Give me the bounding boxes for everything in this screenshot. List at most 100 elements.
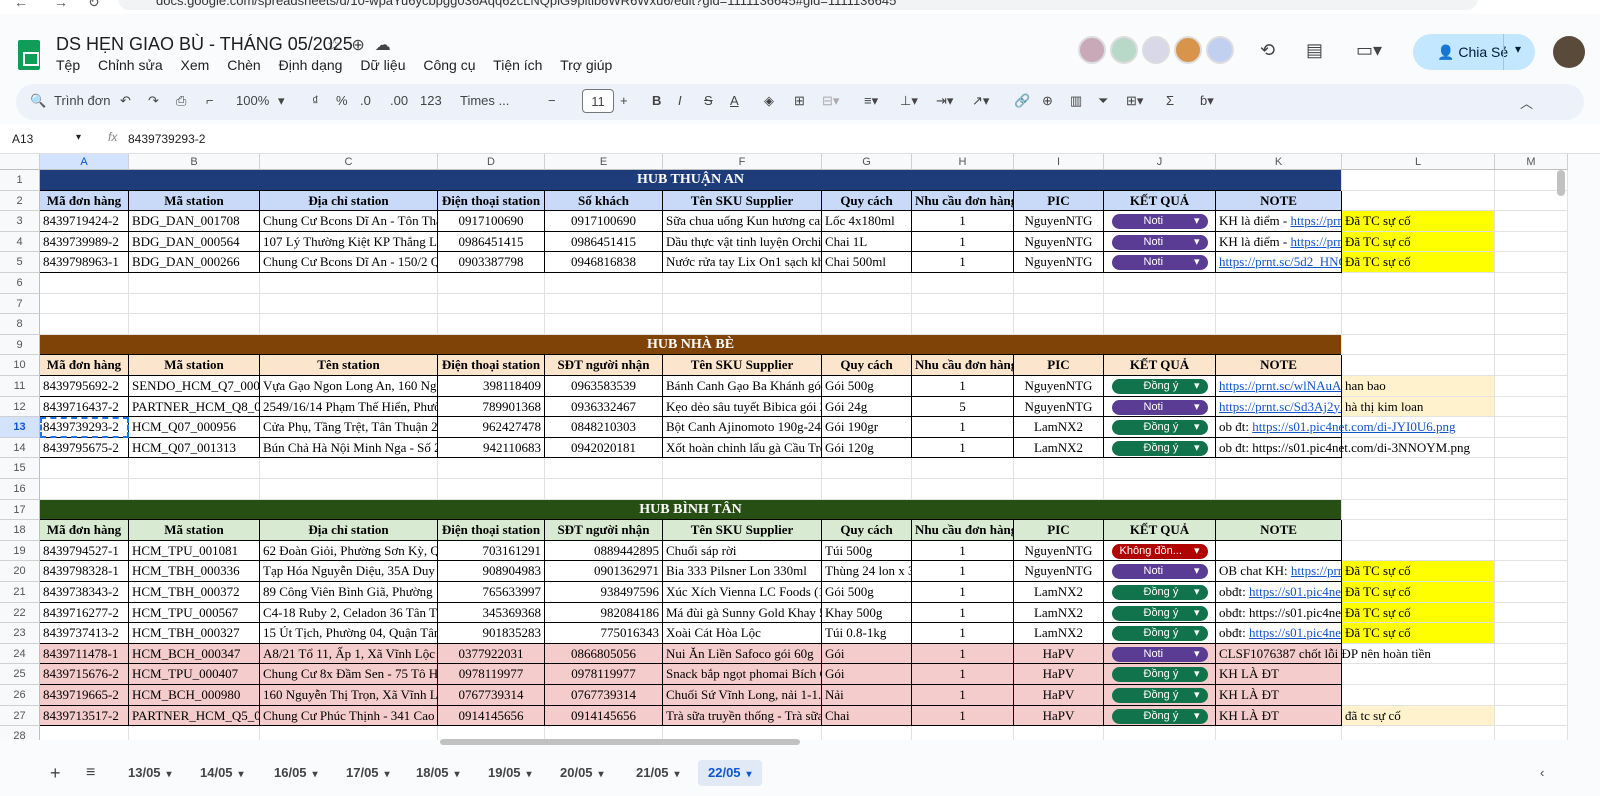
status-chip-dropdown[interactable]: Noti [1111, 399, 1208, 415]
cell[interactable] [438, 314, 545, 335]
chevron-down-icon[interactable]: ▾ [455, 769, 460, 780]
column-title[interactable]: Tên SKU Supplier [663, 355, 822, 376]
demand-cell[interactable]: 1 [912, 602, 1014, 624]
cell[interactable] [129, 314, 260, 335]
font-size-input[interactable]: 11 [582, 89, 614, 113]
cell[interactable] [1495, 293, 1568, 315]
cell[interactable] [1216, 314, 1342, 335]
cell[interactable] [1216, 293, 1342, 315]
station-code-cell[interactable]: SENDO_HCM_Q7_000 [129, 376, 260, 397]
package-cell[interactable]: Gói 24g [822, 396, 912, 418]
column-title[interactable]: Mã đơn hàng [40, 355, 129, 376]
station-address-cell[interactable]: 62 Đoàn Giỏi, Phường Sơn Kỳ, Quận [260, 540, 438, 562]
column-title[interactable]: Nhu cầu đơn hàng [912, 190, 1014, 212]
followup-cell[interactable]: Đã TC sự cố [1342, 602, 1495, 624]
demand-cell[interactable]: 1 [912, 561, 1014, 582]
cell[interactable] [822, 458, 912, 479]
station-phone-cell[interactable]: 962427478 [438, 417, 545, 438]
collapse-toolbar-icon[interactable]: ︿ [1520, 93, 1533, 112]
chevron-down-icon[interactable]: ▾ [313, 769, 318, 780]
row-header-20[interactable]: 20 [0, 561, 40, 582]
cell[interactable] [1495, 458, 1568, 479]
package-cell[interactable]: Túi 500g [822, 540, 912, 562]
result-cell[interactable]: Đồng ý [1104, 437, 1216, 459]
note-cell[interactable]: KH LÀ ĐT [1216, 685, 1342, 706]
cell[interactable] [1342, 726, 1495, 740]
note-link[interactable]: https://prnt.sc [1290, 213, 1341, 228]
sheet-tab-19-05[interactable]: 19/05 ▾ [478, 760, 542, 786]
demand-cell[interactable]: 1 [912, 417, 1014, 438]
menu-help[interactable]: Trợ giúp [560, 57, 612, 73]
station-phone-cell[interactable]: 703161291 [438, 540, 545, 562]
pic-cell[interactable]: LamNX2 [1014, 602, 1104, 624]
followup-cell[interactable]: đã tc sự cố [1342, 705, 1495, 727]
result-cell[interactable]: Noti [1104, 252, 1216, 273]
row-header-1[interactable]: 1 [0, 170, 40, 191]
customer-phone-cell[interactable]: 938497596 [545, 582, 663, 603]
percent-format-button[interactable]: % [336, 93, 348, 108]
cell[interactable] [822, 293, 912, 315]
zoom-select[interactable]: 100% [236, 93, 269, 108]
demand-cell[interactable]: 1 [912, 437, 1014, 459]
note-link[interactable]: https://prnt.sc [1291, 563, 1341, 578]
pic-cell[interactable]: NguyenNTG [1014, 211, 1104, 232]
decrease-font-size-icon[interactable]: − [548, 93, 556, 108]
demand-cell[interactable]: 5 [912, 396, 1014, 418]
station-code-cell[interactable]: HCM_TPU_001081 [129, 540, 260, 562]
sku-name-cell[interactable]: Má đùi gà Sunny Gold Khay 500g [663, 602, 822, 624]
print-icon[interactable]: ⎙ [176, 93, 186, 109]
cell[interactable] [545, 273, 663, 294]
package-cell[interactable]: Nải [822, 685, 912, 706]
column-title[interactable]: Điện thoại station [438, 190, 545, 212]
order-id-cell[interactable]: 8439739293-2 [40, 417, 129, 438]
pic-cell[interactable]: NguyenNTG [1014, 231, 1104, 253]
column-title[interactable]: PIC [1014, 355, 1104, 376]
decrease-decimal-button[interactable]: .0 [360, 93, 371, 108]
column-header-a[interactable]: A [40, 154, 129, 170]
column-title[interactable]: Mã đơn hàng [40, 190, 129, 212]
paint-format-icon[interactable]: ⌐ [206, 93, 214, 108]
cell[interactable] [1104, 293, 1216, 315]
row-header-26[interactable]: 26 [0, 685, 40, 706]
row-header-2[interactable]: 2 [0, 190, 40, 212]
result-cell[interactable]: Noti [1104, 561, 1216, 582]
select-all-corner[interactable] [0, 154, 40, 170]
order-id-cell[interactable]: 8439716437-2 [40, 396, 129, 418]
station-code-cell[interactable]: HCM_BCH_000347 [129, 643, 260, 665]
cell[interactable] [129, 458, 260, 479]
station-code-cell[interactable]: BDG_DAN_001708 [129, 211, 260, 232]
cell[interactable] [129, 479, 260, 500]
column-header-e[interactable]: E [545, 154, 663, 170]
column-title[interactable]: Số khách [545, 190, 663, 212]
cell[interactable] [1104, 479, 1216, 500]
cell[interactable] [912, 314, 1014, 335]
avatar[interactable] [1078, 36, 1106, 64]
sku-name-cell[interactable]: Chuối sáp rời [663, 540, 822, 562]
result-cell[interactable]: Đồng ý [1104, 705, 1216, 727]
sheet-tab-17-05[interactable]: 17/05 ▾ [336, 760, 400, 786]
station-address-cell[interactable]: 15 Út Tịch, Phường 04, Quận Tân Bình [260, 623, 438, 644]
cell[interactable] [822, 726, 912, 740]
sheet-tab-18-05[interactable]: 18/05 ▾ [406, 760, 470, 786]
chevron-left-icon[interactable]: ‹ [1530, 760, 1554, 786]
avatar[interactable] [1553, 36, 1585, 68]
sku-name-cell[interactable]: Dầu thực vật tinh luyện Orchid [663, 231, 822, 253]
demand-cell[interactable]: 1 [912, 623, 1014, 644]
cell[interactable] [1342, 458, 1495, 479]
order-id-cell[interactable]: 8439795692-2 [40, 376, 129, 397]
package-cell[interactable]: Chai [822, 705, 912, 727]
sku-name-cell[interactable]: Nước rửa tay Lix On1 sạch khuẩn [663, 252, 822, 273]
cell[interactable] [822, 314, 912, 335]
station-phone-cell[interactable]: 0377922031 [438, 643, 545, 665]
station-code-cell[interactable]: HCM_TBH_000327 [129, 623, 260, 644]
cell[interactable] [260, 458, 438, 479]
order-id-cell[interactable]: 8439798963-1 [40, 252, 129, 273]
chevron-down-icon[interactable]: ▾ [527, 769, 532, 780]
menu-file[interactable]: Tệp [56, 57, 80, 73]
column-title[interactable]: SĐT người nhận [545, 355, 663, 376]
merge-cells-icon[interactable]: ⊟▾ [822, 93, 839, 109]
cell[interactable] [40, 273, 129, 294]
station-phone-cell[interactable]: 0914145656 [438, 705, 545, 727]
followup-cell[interactable]: Đã TC sự cố [1342, 231, 1495, 253]
cell[interactable] [438, 293, 545, 315]
